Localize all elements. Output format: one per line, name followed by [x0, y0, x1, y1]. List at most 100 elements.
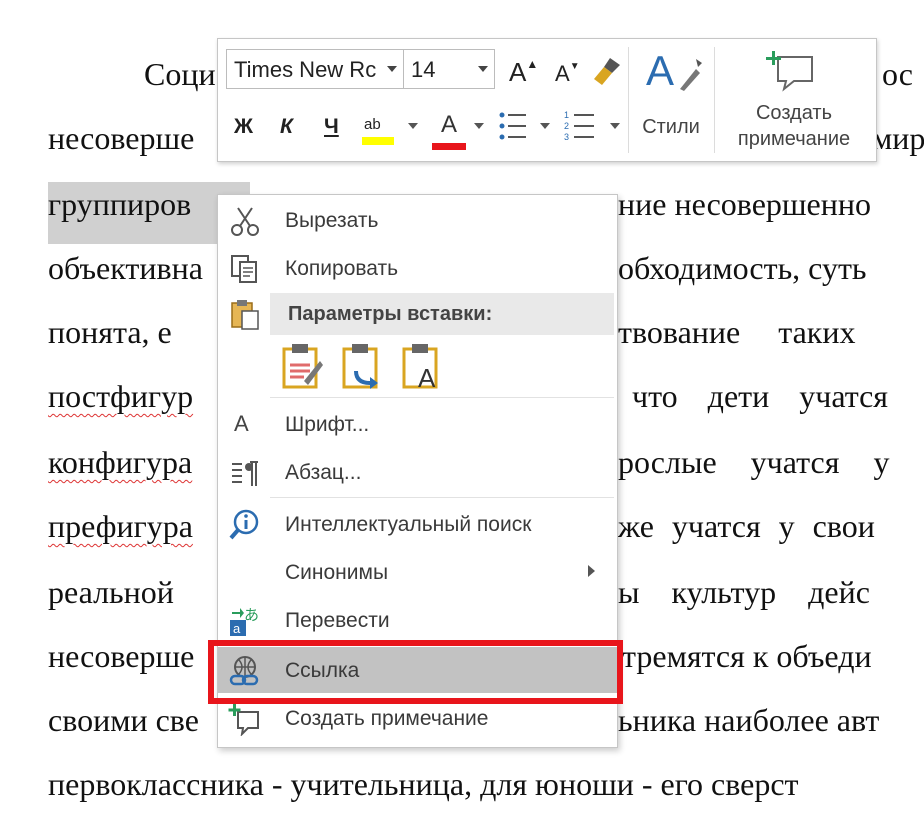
- chevron-right-icon: [588, 565, 595, 577]
- highlight-button[interactable]: ab: [360, 109, 398, 145]
- menu-item-label: Перевести: [285, 609, 390, 632]
- scissors-icon: [231, 207, 259, 236]
- styles-button[interactable]: A Стили: [636, 45, 706, 155]
- doc-line-tail: ние несовершенно: [618, 186, 871, 222]
- menu-item-label: Создать примечание: [285, 707, 489, 730]
- toolbar-divider: [628, 47, 629, 153]
- svg-text:2: 2: [564, 121, 569, 131]
- doc-line-tail: мир: [872, 120, 924, 156]
- bullets-button[interactable]: [498, 109, 528, 149]
- clipboard-paste-icon: [231, 300, 259, 330]
- font-name-combo[interactable]: Times New Rc: [226, 49, 404, 89]
- mini-toolbar: Times New Rc 14 A▲ A▼ Ж К Ч ab A 1 2 3 A…: [217, 38, 877, 162]
- font-name-value: Times New Rc: [234, 57, 377, 82]
- doc-line-tail: обходимость, суть: [618, 250, 867, 286]
- doc-line: понята, е: [48, 314, 172, 350]
- menu-item-font[interactable]: A Шрифт...: [218, 401, 617, 447]
- doc-line-tail: твование таких: [618, 314, 856, 350]
- doc-line: Соци: [144, 56, 216, 92]
- smart-lookup-icon: [229, 509, 259, 540]
- menu-item-label: Абзац...: [285, 461, 362, 484]
- chevron-down-icon[interactable]: [474, 123, 484, 129]
- doc-line: своими све: [48, 702, 199, 738]
- font-size-combo[interactable]: 14: [403, 49, 495, 89]
- doc-line: постфигур: [48, 378, 194, 414]
- menu-item-label: Вырезать: [285, 209, 379, 232]
- bold-button[interactable]: Ж: [234, 115, 253, 139]
- menu-item-translate[interactable]: a あ Перевести: [218, 597, 617, 643]
- svg-text:1: 1: [564, 110, 569, 120]
- doc-line: несоверше: [48, 638, 195, 674]
- svg-text:a: a: [233, 621, 241, 636]
- svg-text:A: A: [646, 47, 674, 94]
- numbering-button[interactable]: 1 2 3: [564, 109, 596, 149]
- chevron-down-icon: [387, 66, 397, 72]
- copy-icon: [231, 255, 257, 283]
- format-painter-icon: [594, 58, 620, 85]
- svg-text:3: 3: [564, 132, 569, 142]
- font-color-swatch: [432, 143, 466, 150]
- new-comment-icon: [228, 704, 259, 736]
- paste-text-only-icon: A: [402, 344, 438, 393]
- menu-item-paragraph[interactable]: Абзац...: [218, 449, 617, 495]
- doc-line: префигура: [48, 508, 193, 544]
- new-comment-label-line1: Создать: [755, 102, 832, 124]
- styles-icon: A: [646, 47, 702, 94]
- paste-keep-source-formatting-button[interactable]: [280, 341, 324, 391]
- menu-item-label: Копировать: [285, 257, 399, 280]
- paste-merge-formatting-icon: [342, 344, 378, 389]
- doc-line: объективна: [48, 250, 203, 286]
- doc-line: реальной: [48, 574, 174, 610]
- styles-label: Стили: [642, 116, 700, 138]
- doc-line-tail: же учатся у свои: [618, 508, 875, 544]
- doc-line-tail: ы культур дейс: [618, 574, 870, 610]
- doc-line: несоверше: [48, 120, 195, 156]
- doc-line: группиров: [48, 186, 192, 222]
- svg-text:あ: あ: [244, 606, 259, 624]
- doc-line: первоклассника - учительница, для юноши …: [48, 766, 799, 802]
- bullet-list-icon: [499, 112, 526, 140]
- translate-icon: a あ: [230, 606, 259, 636]
- chevron-down-icon[interactable]: [408, 123, 418, 129]
- highlight-color-swatch: [362, 137, 394, 145]
- menu-item-cut[interactable]: Вырезать: [218, 197, 617, 243]
- menu-item-smart-lookup[interactable]: Интеллектуальный поиск: [218, 501, 617, 547]
- menu-item-label: Шрифт...: [285, 413, 370, 436]
- menu-item-label: Синонимы: [285, 561, 389, 584]
- menu-item-copy[interactable]: Копировать: [218, 245, 617, 291]
- paste-text-only-button[interactable]: A: [400, 341, 444, 393]
- new-comment-label-line2: примечание: [737, 128, 851, 150]
- doc-line-tail: что дети учатся: [632, 378, 889, 414]
- shrink-font-button[interactable]: A▼: [555, 61, 580, 87]
- toolbar-divider: [714, 47, 715, 153]
- numbered-list-icon: 1 2 3: [564, 110, 594, 142]
- font-color-button[interactable]: A: [432, 111, 466, 150]
- svg-text:A: A: [418, 363, 436, 391]
- menu-item-synonyms[interactable]: Синонимы: [218, 549, 617, 595]
- chevron-down-icon: [478, 66, 488, 72]
- paste-merge-formatting-button[interactable]: [340, 341, 384, 391]
- format-painter-button[interactable]: [590, 55, 624, 95]
- doc-line-tail: тремятся к объеди: [622, 638, 872, 674]
- doc-line-tail: ьника наиболее авт: [618, 702, 880, 738]
- menu-divider: [270, 497, 614, 498]
- chevron-down-icon[interactable]: [610, 123, 620, 129]
- grow-font-button[interactable]: A▲: [509, 57, 538, 88]
- doc-line: конфигура: [48, 444, 193, 480]
- highlight-box: [208, 640, 623, 704]
- paste-keep-formatting-icon: [282, 344, 323, 389]
- menu-divider: [270, 397, 614, 398]
- paste-options-header: Параметры вставки:: [270, 293, 614, 335]
- new-comment-icon: [766, 51, 813, 92]
- italic-button[interactable]: К: [280, 115, 293, 139]
- menu-item-label: Интеллектуальный поиск: [285, 513, 532, 536]
- font-icon: A: [234, 411, 249, 436]
- underline-button[interactable]: Ч: [324, 115, 339, 139]
- chevron-down-icon[interactable]: [540, 123, 550, 129]
- paragraph-icon: [232, 461, 258, 486]
- font-size-value: 14: [411, 57, 436, 82]
- doc-line-tail: рослые учатся у: [618, 444, 890, 480]
- doc-line-tail: ос: [882, 56, 913, 92]
- new-comment-button[interactable]: Создать примечание: [720, 45, 868, 155]
- paste-options-label: Параметры вставки:: [288, 303, 493, 325]
